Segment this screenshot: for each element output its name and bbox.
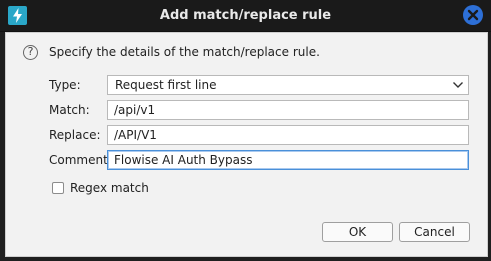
chevron-down-icon — [453, 82, 463, 88]
match-input[interactable] — [107, 100, 469, 120]
regex-checkbox[interactable] — [52, 182, 64, 194]
type-label: Type: — [49, 78, 81, 92]
title-bar: Add match/replace rule — [0, 0, 491, 32]
regex-label[interactable]: Regex match — [70, 181, 149, 195]
dialog-body: ? Specify the details of the match/repla… — [5, 32, 488, 257]
intro-text: Specify the details of the match/replace… — [49, 45, 320, 59]
close-icon[interactable] — [463, 5, 483, 25]
dialog-title: Add match/replace rule — [159, 8, 332, 23]
cancel-button[interactable]: Cancel — [399, 222, 470, 242]
help-circle-icon: ? — [23, 45, 38, 60]
dialog-window: Add match/replace rule ? Specify the det… — [0, 0, 491, 261]
ok-button[interactable]: OK — [322, 222, 393, 242]
replace-label: Replace: — [49, 128, 101, 142]
type-select-value: Request first line — [115, 78, 217, 92]
replace-input[interactable] — [107, 125, 469, 145]
match-label: Match: — [49, 103, 90, 117]
type-select[interactable]: Request first line — [107, 75, 469, 95]
comment-label: Comment: — [49, 153, 112, 167]
comment-input[interactable] — [107, 150, 469, 170]
